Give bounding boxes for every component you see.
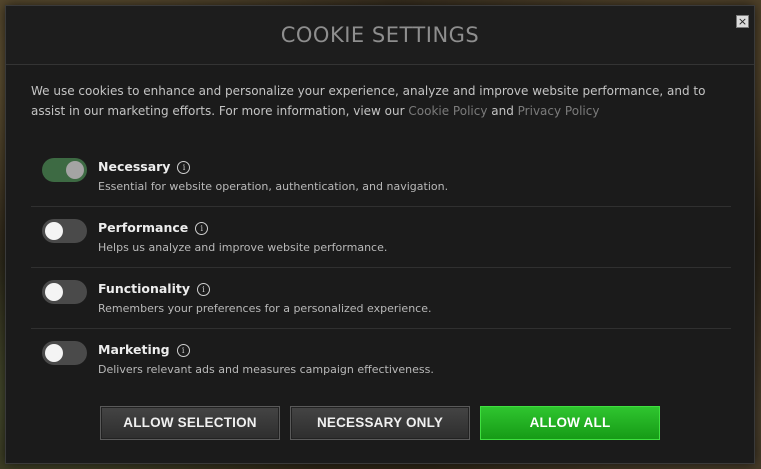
toggle-knob: [45, 222, 63, 240]
intro-joiner: and: [487, 103, 518, 118]
info-icon[interactable]: i: [177, 161, 191, 174]
option-title-text: Necessary: [98, 159, 171, 174]
option-title: Functionality i: [98, 281, 210, 296]
info-icon[interactable]: i: [176, 344, 190, 357]
option-necessary: Necessary i Essential for website operati…: [31, 146, 731, 207]
option-title: Marketing i: [98, 342, 190, 357]
option-functionality: Functionality i Remembers your preference…: [31, 268, 731, 329]
toggle-marketing[interactable]: [42, 341, 87, 365]
option-title-text: Functionality: [98, 281, 190, 296]
allow-selection-button[interactable]: ALLOW SELECTION: [100, 406, 280, 440]
toggle-performance[interactable]: [42, 219, 87, 243]
option-description: Delivers relevant ads and measures campa…: [98, 363, 434, 376]
option-performance: Performance i Helps us analyze and improv…: [31, 207, 731, 268]
dialog-title: COOKIE SETTINGS: [280, 23, 480, 47]
info-icon[interactable]: i: [195, 222, 209, 235]
necessary-only-button[interactable]: NECESSARY ONLY: [290, 406, 470, 440]
option-title-text: Marketing: [98, 342, 170, 357]
option-description: Essential for website operation, authent…: [98, 180, 449, 193]
dialog-header: COOKIE SETTINGS: [6, 6, 754, 65]
toggle-knob: [45, 344, 63, 362]
cookie-settings-dialog: COOKIE SETTINGS × We use cookies to enha…: [5, 5, 755, 464]
option-title: Performance i: [98, 220, 209, 235]
option-description: Remembers your preferences for a persona…: [98, 302, 432, 315]
option-title-text: Performance: [98, 220, 189, 235]
cookie-policy-link[interactable]: Cookie Policy: [408, 104, 487, 118]
option-title: Necessary i: [98, 159, 191, 174]
option-description: Helps us analyze and improve website per…: [98, 241, 388, 254]
toggle-knob: [45, 283, 63, 301]
allow-all-button[interactable]: ALLOW ALL: [480, 406, 660, 440]
toggle-functionality[interactable]: [42, 280, 87, 304]
intro-body: We use cookies to enhance and personaliz…: [31, 84, 706, 118]
toggle-knob: [66, 161, 84, 179]
close-icon[interactable]: ×: [736, 15, 749, 28]
option-marketing: Marketing i Delivers relevant ads and mea…: [31, 329, 731, 390]
cookie-options-list: Necessary i Essential for website operati…: [31, 146, 731, 390]
info-icon[interactable]: i: [197, 283, 210, 296]
toggle-necessary[interactable]: [42, 158, 87, 182]
privacy-policy-link[interactable]: Privacy Policy: [518, 104, 600, 118]
intro-text: We use cookies to enhance and personaliz…: [31, 82, 721, 121]
